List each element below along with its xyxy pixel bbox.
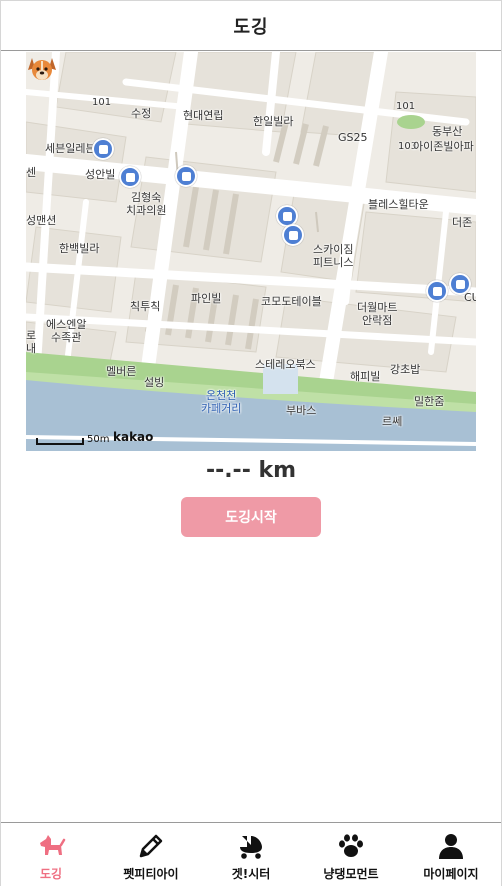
- map-label-chiktuk: 칙투칙: [130, 300, 161, 313]
- map-label-blessing: 블레스힐타운: [368, 198, 429, 211]
- map-scale-bar: [36, 438, 84, 445]
- tab-getsitter[interactable]: 겟!시터: [201, 823, 301, 886]
- map-label-happy: 해피빌: [350, 370, 381, 383]
- map-scale: 50m: [36, 434, 109, 445]
- map-label-stereo: 스테레오북스: [255, 358, 316, 371]
- distance-readout: --.-- km: [205, 458, 297, 483]
- bus-stop-icon[interactable]: [449, 273, 471, 295]
- map-label-gs25: GS25: [338, 131, 368, 144]
- map-label-oncheon: 온천천 카페거리: [201, 389, 242, 415]
- header: 도깅: [1, 1, 501, 51]
- map-label-esen: 에스엔알 수족관: [46, 318, 87, 344]
- bottom-tab-bar: 도깅 펫피티아이 겟!시터 냥댕모먼트 마이페이지: [1, 822, 501, 886]
- map-label-hanil: 한일빌라: [253, 115, 294, 128]
- bus-stop-icon[interactable]: [175, 165, 197, 187]
- tab-dogging[interactable]: 도깅: [1, 823, 101, 886]
- map-label-kim-dental: 김형숙 치과의원: [126, 191, 167, 217]
- dog-icon: [40, 835, 66, 855]
- page-title: 도깅: [233, 16, 269, 38]
- map-label-dongbusan: 동부산: [432, 125, 463, 138]
- map-label-sejong: 세븐일레븐: [45, 142, 96, 155]
- tab-label: 겟!시터: [231, 867, 271, 881]
- map-label-milhan: 밀한줌: [414, 395, 445, 408]
- map-label-hanbaek: 한백빌라: [59, 242, 100, 255]
- map-label-seolbing: 설빙: [144, 376, 165, 389]
- map-label-dongbusan2: 아이존빌아파: [413, 140, 474, 153]
- dog-location-marker-icon: [28, 58, 56, 80]
- map-label-seongmansun: 성맨션: [26, 214, 57, 227]
- map-label-melbun: 멜버른: [106, 365, 137, 378]
- map-label-101a: 101: [92, 97, 112, 108]
- tab-mypage[interactable]: 마이페이지: [401, 823, 501, 886]
- bus-stop-icon[interactable]: [92, 138, 114, 160]
- map-label-hyundae: 현대연립: [183, 109, 224, 122]
- tab-label: 마이페이지: [423, 867, 479, 881]
- map-label-sun: 센: [26, 166, 37, 179]
- map-label-reze: 르쎄: [382, 415, 403, 428]
- map-label-comodo: 코모도테이블: [261, 295, 322, 308]
- stroller-icon: [240, 836, 262, 859]
- start-walk-button[interactable]: 도깅시작: [181, 497, 321, 537]
- pencil-icon: [139, 834, 163, 858]
- map-label-bubas: 부바스: [286, 404, 317, 417]
- map-brand-logo: kakao: [113, 430, 154, 444]
- person-icon: [439, 834, 463, 859]
- map-label-pine: 파인빌: [191, 292, 222, 305]
- map-label-deojeon: 더존: [452, 216, 473, 229]
- tab-label: 냥댕모먼트: [323, 867, 379, 881]
- paw-icon: [339, 834, 363, 857]
- tab-label: 도깅: [39, 867, 63, 881]
- tab-petiai[interactable]: 펫피티아이: [101, 823, 201, 886]
- map-label-theworld: 더월마트 안락점: [357, 301, 398, 327]
- map-label-sujeong: 수정: [131, 107, 152, 120]
- map-label-101b: 101: [396, 101, 416, 112]
- map-label-sky: 스카이짐 피트니스: [313, 243, 354, 269]
- map-scale-label: 50m: [87, 434, 110, 445]
- tab-label: 펫피티아이: [123, 867, 179, 881]
- bus-stop-icon[interactable]: [426, 280, 448, 302]
- map-label-seongan: 성안빌: [85, 168, 116, 181]
- bus-stop-icon[interactable]: [119, 166, 141, 188]
- map-view[interactable]: 101 수정 현대연립 한일빌라 GS25 101 동부산 103 아이존빌아파…: [26, 52, 476, 451]
- map-label-ganghobab: 강초밥: [390, 363, 421, 376]
- map-label-ro: 로 내: [26, 329, 37, 355]
- tab-moment[interactable]: 냥댕모먼트: [301, 823, 401, 886]
- bus-stop-icon[interactable]: [282, 224, 304, 246]
